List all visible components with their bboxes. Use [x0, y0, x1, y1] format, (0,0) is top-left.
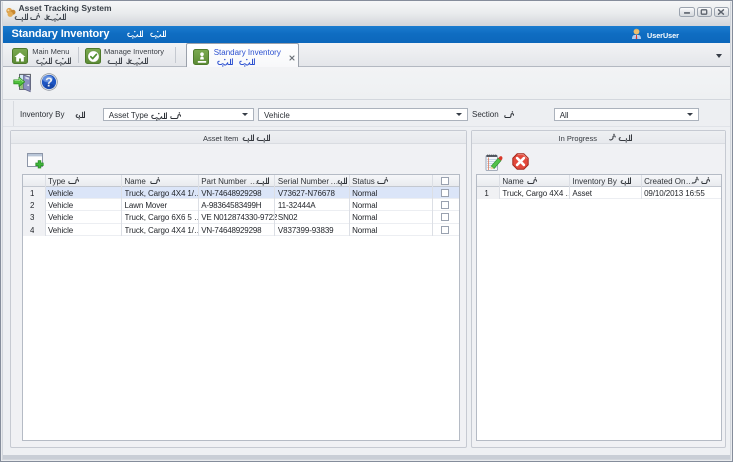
svg-text:?: ?: [45, 76, 53, 90]
